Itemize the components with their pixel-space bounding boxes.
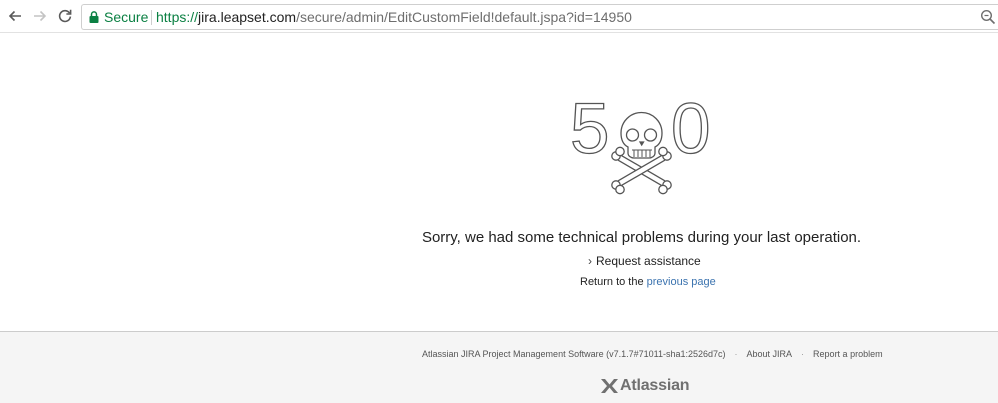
return-line: Return to the previous page (580, 276, 716, 288)
atlassian-wordmark: Atlassian (620, 377, 690, 394)
atlassian-logo[interactable]: Atlassian (600, 376, 690, 396)
error-code-digit-0: 0 (671, 95, 711, 169)
return-prefix: Return to the (580, 276, 647, 288)
product-info: Atlassian JIRA Project Management Softwa… (422, 349, 726, 359)
url-text[interactable]: https://jira.leapset.com/secure/admin/Ed… (156, 9, 632, 26)
url-path: /secure/admin/EditCustomField!default.js… (296, 9, 632, 25)
footer-links: Atlassian JIRA Project Management Softwa… (422, 349, 883, 359)
atlassian-mark-icon (601, 379, 618, 393)
error-message: Sorry, we had some technical problems du… (421, 229, 862, 246)
reload-icon[interactable] (55, 6, 75, 26)
omnibox-divider (151, 10, 152, 25)
url-scheme: https:// (156, 9, 199, 25)
previous-page-link[interactable]: previous page (647, 276, 716, 288)
secure-label: Secure (104, 9, 149, 25)
about-jira-link[interactable]: About JIRA (747, 349, 793, 359)
browser-toolbar: Secure https://jira.leapset.com/secure/a… (0, 0, 998, 33)
report-problem-link[interactable]: Report a problem (813, 349, 883, 359)
footer-separator: · (801, 349, 805, 359)
back-arrow-icon[interactable] (5, 6, 25, 26)
chevron-right-icon: › (588, 254, 592, 268)
skull-crossbones-icon: 5 0 (569, 95, 711, 195)
request-assistance-toggle[interactable]: › Request assistance (588, 254, 701, 268)
footer: Atlassian JIRA Project Management Softwa… (0, 331, 998, 403)
error-code-digit-5: 5 (570, 95, 610, 169)
address-bar[interactable]: Secure https://jira.leapset.com/secure/a… (81, 4, 998, 30)
zoom-icon[interactable] (980, 9, 996, 25)
request-assistance-label: Request assistance (596, 254, 701, 268)
lock-icon (89, 11, 99, 23)
forward-arrow-icon[interactable] (30, 6, 50, 26)
url-host: jira.leapset.com (198, 9, 297, 25)
footer-separator: · (734, 349, 738, 359)
